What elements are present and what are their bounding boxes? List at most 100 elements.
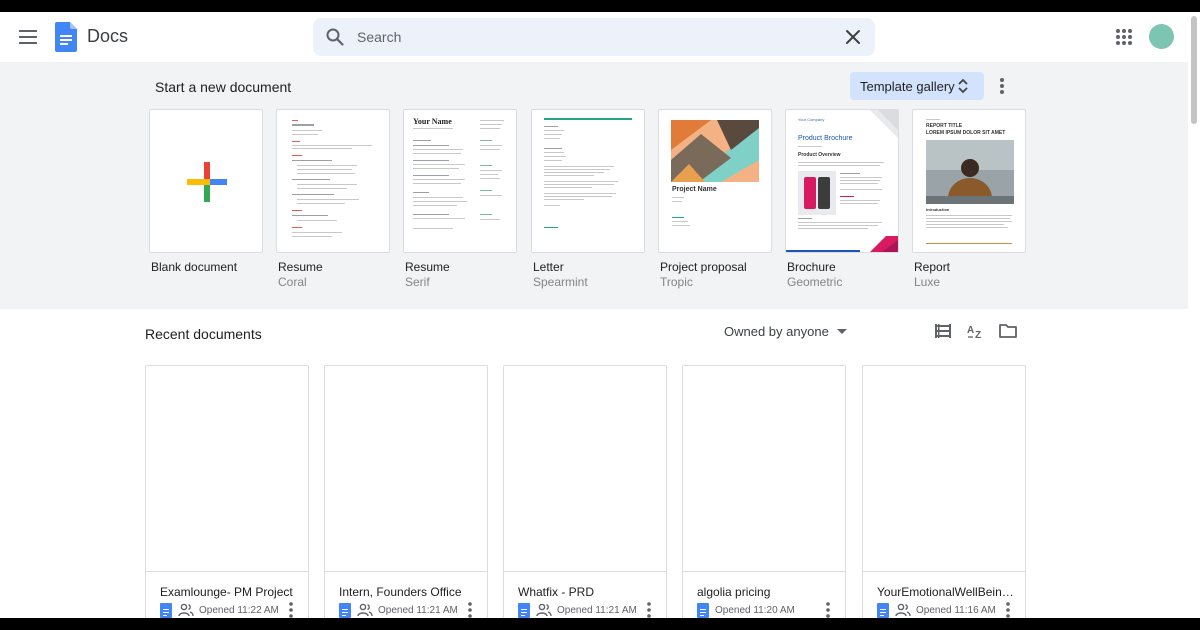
docs-home: Docs Start a new document Template g (0, 12, 1200, 618)
svg-text:Z: Z (975, 330, 981, 341)
more-vert-icon[interactable] (642, 601, 656, 618)
template-thumbnail[interactable]: REPORT TITLE LOREM IPSUM DOLOR SIT AMET … (912, 109, 1026, 253)
sort-az-icon[interactable]: A Z (966, 321, 986, 341)
doc-file-icon (877, 602, 889, 618)
document-meta: Opened 11:22 AM (160, 602, 279, 618)
document-card[interactable]: YourEmotionalWellBeing ... Opened 11:16 … (862, 365, 1026, 618)
close-icon[interactable] (843, 27, 863, 47)
document-preview[interactable] (863, 366, 1025, 572)
proposal-title-text: Project Name (672, 186, 717, 193)
template-variant: Spearmint (533, 275, 588, 289)
document-opened-time: Opened 11:20 AM (715, 604, 795, 616)
search-icon[interactable] (325, 27, 345, 47)
plus-icon (187, 162, 227, 202)
templates-heading: Start a new document (155, 79, 292, 95)
document-card[interactable]: Examlounge- PM Project Opened 11:22 AM (145, 365, 309, 618)
template-name: Resume (405, 260, 450, 274)
template-name: Letter (533, 260, 564, 274)
more-vert-icon[interactable] (992, 76, 1012, 96)
docs-logo-icon[interactable] (55, 22, 77, 52)
document-preview[interactable] (146, 366, 308, 572)
document-meta: Opened 11:21 AM (339, 602, 458, 618)
document-card[interactable]: Intern, Founders Office Opened 11:21 AM (324, 365, 488, 618)
document-preview[interactable] (683, 366, 845, 572)
template-resume-coral[interactable]: Resume Coral (276, 109, 390, 289)
more-vert-icon[interactable] (821, 601, 835, 618)
template-gallery-label: Template gallery (860, 78, 955, 94)
template-name: Blank document (151, 260, 238, 274)
template-variant: Serif (405, 275, 430, 289)
proposal-art (671, 120, 759, 182)
shared-people-icon (178, 603, 194, 617)
list-view-icon[interactable] (933, 321, 953, 341)
template-gallery-button[interactable]: Template gallery (850, 72, 984, 100)
document-title: algolia pricing (697, 585, 771, 599)
document-preview[interactable] (325, 366, 487, 572)
template-variant: Geometric (787, 275, 843, 289)
document-title: YourEmotionalWellBeing ... (877, 585, 1017, 599)
report-title-text: REPORT TITLE (926, 123, 963, 129)
template-project-proposal[interactable]: Project Name Project proposal Tropic (658, 109, 772, 289)
document-opened-time: Opened 11:21 AM (557, 604, 637, 616)
template-section: Start a new document Template gallery Bl… (0, 62, 1188, 309)
more-vert-icon[interactable] (463, 601, 477, 618)
app-name[interactable]: Docs (87, 26, 128, 47)
template-thumbnail[interactable]: Your Company Product Brochure Product Ov… (785, 109, 899, 253)
brochure-title-text: Product Brochure (798, 135, 853, 142)
document-card[interactable]: Whatfix - PRD Opened 11:21 AM (503, 365, 667, 618)
template-report-luxe[interactable]: REPORT TITLE LOREM IPSUM DOLOR SIT AMET … (912, 109, 1026, 289)
report-photo (926, 140, 1014, 204)
brochure-company-text: Your Company (798, 117, 825, 122)
svg-text:A: A (967, 325, 974, 336)
scrollbar-thumb[interactable] (1191, 16, 1197, 124)
owner-filter-label: Owned by anyone (724, 324, 829, 339)
template-thumbnail[interactable]: Your Name (403, 109, 517, 253)
main-menu-button[interactable] (14, 23, 42, 51)
report-subtitle-text: LOREM IPSUM DOLOR SIT AMET (926, 130, 1006, 136)
document-preview[interactable] (504, 366, 666, 572)
more-vert-icon[interactable] (284, 601, 298, 618)
template-blank[interactable]: Blank document (149, 109, 263, 274)
shared-people-icon (895, 603, 911, 617)
unfold-icon (958, 78, 968, 94)
owner-filter-dropdown[interactable]: Owned by anyone (724, 324, 847, 339)
doc-file-icon (339, 602, 351, 618)
document-opened-time: Opened 11:16 AM (916, 604, 996, 616)
template-name: Resume (278, 260, 323, 274)
template-thumbnail[interactable]: Project Name (658, 109, 772, 253)
doc-file-icon (160, 602, 172, 618)
report-section-text: Introduction (926, 207, 950, 212)
search-input[interactable] (357, 26, 817, 48)
template-brochure-geometric[interactable]: Your Company Product Brochure Product Ov… (785, 109, 899, 289)
document-card[interactable]: algolia pricing Opened 11:20 AM (682, 365, 846, 618)
document-opened-time: Opened 11:22 AM (199, 604, 279, 616)
document-opened-time: Opened 11:21 AM (378, 604, 458, 616)
template-letter-spearmint[interactable]: Letter Spearmint (531, 109, 645, 289)
search-bar[interactable] (313, 18, 875, 56)
template-variant: Luxe (914, 275, 941, 289)
template-thumbnail[interactable] (149, 109, 263, 253)
shared-people-icon (357, 603, 373, 617)
template-thumbnail[interactable] (531, 109, 645, 253)
shared-people-icon (536, 603, 552, 617)
document-title: Intern, Founders Office (339, 585, 462, 599)
caret-down-icon (836, 329, 847, 334)
brochure-corner-art (870, 110, 898, 138)
template-thumbnail[interactable] (276, 109, 390, 253)
document-meta: Opened 11:20 AM (697, 602, 795, 618)
scrollbar[interactable] (1188, 12, 1200, 618)
account-avatar[interactable] (1149, 24, 1174, 49)
document-title: Examlounge- PM Project (160, 585, 293, 599)
apps-grid-icon[interactable] (1113, 26, 1135, 48)
template-resume-serif[interactable]: Your Name Resume Serif (403, 109, 517, 289)
folder-icon[interactable] (998, 321, 1018, 341)
template-name: Project proposal (660, 260, 747, 274)
template-variant: Tropic (660, 275, 693, 289)
more-vert-icon[interactable] (1001, 601, 1015, 618)
doc-file-icon (697, 602, 709, 618)
recent-documents-heading: Recent documents (145, 326, 262, 342)
top-bar: Docs (0, 12, 1200, 62)
hamburger-icon (19, 30, 37, 44)
document-title: Whatfix - PRD (518, 585, 595, 599)
doc-file-icon (518, 602, 530, 618)
